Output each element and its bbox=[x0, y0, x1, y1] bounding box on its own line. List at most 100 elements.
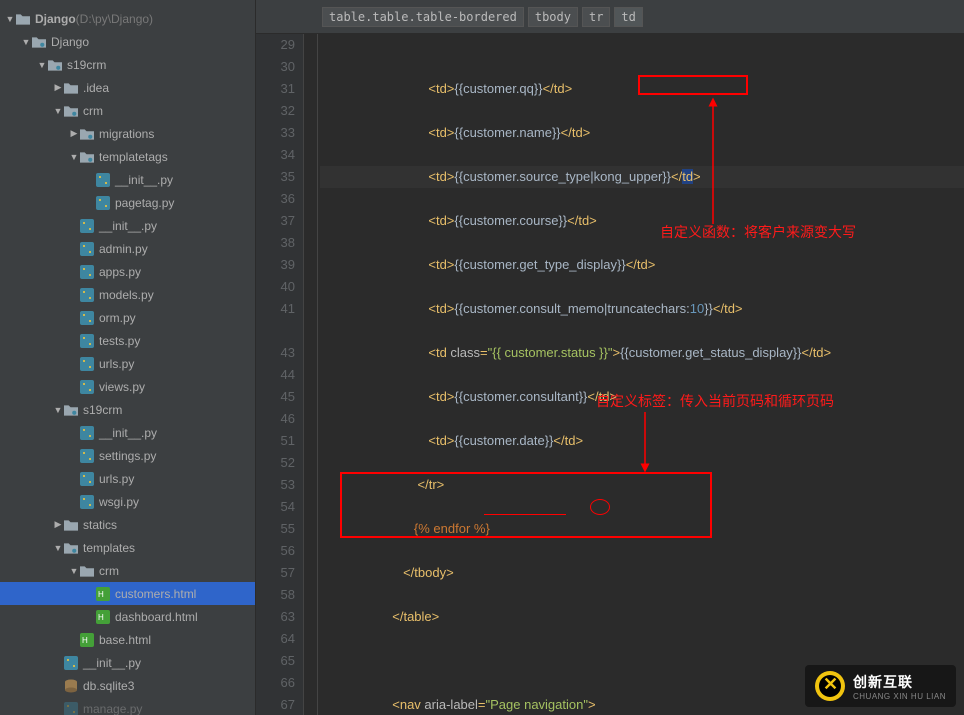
tree-item-orm-py[interactable]: orm.py bbox=[0, 306, 255, 329]
code-line[interactable]: <td>{{customer.consultant}}</td> bbox=[320, 386, 964, 408]
breadcrumb-item[interactable]: tbody bbox=[528, 7, 578, 27]
breadcrumb-item[interactable]: tr bbox=[582, 7, 610, 27]
code-line[interactable]: {% endfor %} bbox=[320, 518, 964, 540]
line-number[interactable]: 43 bbox=[256, 342, 295, 364]
tree-item--init-py[interactable]: __init__.py bbox=[0, 168, 255, 191]
tree-item-views-py[interactable]: views.py bbox=[0, 375, 255, 398]
tree-arrow-icon[interactable]: ▼ bbox=[52, 106, 64, 116]
line-number[interactable]: 56 bbox=[256, 540, 295, 562]
tree-item-apps-py[interactable]: apps.py bbox=[0, 260, 255, 283]
tree-label: db.sqlite3 bbox=[83, 679, 134, 693]
tree-item-wsgi-py[interactable]: wsgi.py bbox=[0, 490, 255, 513]
html-icon: H bbox=[80, 633, 94, 647]
tree-item-models-py[interactable]: models.py bbox=[0, 283, 255, 306]
line-number[interactable]: 38 bbox=[256, 232, 295, 254]
line-number[interactable]: 58 bbox=[256, 584, 295, 606]
line-number[interactable] bbox=[256, 320, 295, 342]
line-number[interactable]: 53 bbox=[256, 474, 295, 496]
tree-item-manage-py[interactable]: manage.py bbox=[0, 697, 255, 715]
line-number[interactable]: 57 bbox=[256, 562, 295, 584]
tree-item-db-sqlite3[interactable]: db.sqlite3 bbox=[0, 674, 255, 697]
tree-item-urls-py[interactable]: urls.py bbox=[0, 352, 255, 375]
line-number[interactable]: 46 bbox=[256, 408, 295, 430]
line-number[interactable]: 63 bbox=[256, 606, 295, 628]
tree-item-templates[interactable]: ▼templates bbox=[0, 536, 255, 559]
code-line[interactable]: <td>{{customer.name}}</td> bbox=[320, 122, 964, 144]
line-number[interactable]: 66 bbox=[256, 672, 295, 694]
line-number[interactable]: 54 bbox=[256, 496, 295, 518]
line-number[interactable]: 31 bbox=[256, 78, 295, 100]
line-number[interactable]: 39 bbox=[256, 254, 295, 276]
tree-item--init-py[interactable]: __init__.py bbox=[0, 651, 255, 674]
line-number[interactable]: 30 bbox=[256, 56, 295, 78]
py-icon bbox=[64, 656, 78, 670]
code-line[interactable]: <td>{{customer.get_type_display}}</td> bbox=[320, 254, 964, 276]
tree-arrow-icon[interactable]: ▶ bbox=[68, 128, 80, 139]
code-line-current[interactable]: <td>{{customer.source_type|kong_upper}}<… bbox=[320, 166, 964, 188]
tree-item-base-html[interactable]: Hbase.html bbox=[0, 628, 255, 651]
tree-arrow-icon[interactable]: ▼ bbox=[68, 152, 80, 162]
project-tree-panel[interactable]: ▼Django (D:\py\Django)▼Django▼s19crm▶.id… bbox=[0, 0, 256, 715]
tree-item-templatetags[interactable]: ▼templatetags bbox=[0, 145, 255, 168]
breadcrumb-item[interactable]: table.table.table-bordered bbox=[322, 7, 524, 27]
line-number[interactable]: 36 bbox=[256, 188, 295, 210]
py-icon bbox=[80, 288, 94, 302]
tree-item--idea[interactable]: ▶.idea bbox=[0, 76, 255, 99]
folder-icon bbox=[80, 564, 94, 578]
line-number[interactable]: 40 bbox=[256, 276, 295, 298]
line-number[interactable]: 51 bbox=[256, 430, 295, 452]
tree-arrow-icon[interactable]: ▼ bbox=[52, 543, 64, 553]
tree-item-statics[interactable]: ▶statics bbox=[0, 513, 255, 536]
tree-item-crm[interactable]: ▼crm bbox=[0, 559, 255, 582]
line-number[interactable]: 41 bbox=[256, 298, 295, 320]
line-number[interactable]: 65 bbox=[256, 650, 295, 672]
tree-item-migrations[interactable]: ▶migrations bbox=[0, 122, 255, 145]
code-line[interactable]: <td>{{customer.qq}}</td> bbox=[320, 78, 964, 100]
tree-arrow-icon[interactable]: ▼ bbox=[20, 37, 32, 47]
line-number[interactable]: 37 bbox=[256, 210, 295, 232]
tree-item-django[interactable]: ▼Django (D:\py\Django) bbox=[0, 7, 255, 30]
tree-item-customers-html[interactable]: Hcustomers.html bbox=[0, 582, 255, 605]
tree-arrow-icon[interactable]: ▶ bbox=[52, 82, 64, 93]
code-line[interactable]: <td class="{{ customer.status }}">{{cust… bbox=[320, 342, 964, 364]
line-number[interactable]: 34 bbox=[256, 144, 295, 166]
tree-item--init-py[interactable]: __init__.py bbox=[0, 214, 255, 237]
line-number[interactable]: 29 bbox=[256, 34, 295, 56]
tree-item-django[interactable]: ▼Django bbox=[0, 30, 255, 53]
code-line[interactable]: </table> bbox=[320, 606, 964, 628]
line-number[interactable]: 32 bbox=[256, 100, 295, 122]
tree-arrow-icon[interactable]: ▼ bbox=[52, 405, 64, 415]
tree-item-settings-py[interactable]: settings.py bbox=[0, 444, 255, 467]
line-number[interactable]: 67 bbox=[256, 694, 295, 715]
code-line[interactable]: </tbody> bbox=[320, 562, 964, 584]
breadcrumb-item[interactable]: td bbox=[614, 7, 642, 27]
line-number[interactable]: 33 bbox=[256, 122, 295, 144]
tree-item-crm[interactable]: ▼crm bbox=[0, 99, 255, 122]
tree-item--init-py[interactable]: __init__.py bbox=[0, 421, 255, 444]
line-number[interactable]: 45 bbox=[256, 386, 295, 408]
line-number[interactable]: 52 bbox=[256, 452, 295, 474]
tree-item-urls-py[interactable]: urls.py bbox=[0, 467, 255, 490]
line-number[interactable]: 64 bbox=[256, 628, 295, 650]
code-editor[interactable]: <td>{{customer.qq}}</td> <td>{{customer.… bbox=[318, 34, 964, 715]
code-line[interactable]: </tr> bbox=[320, 474, 964, 496]
tree-item-tests-py[interactable]: tests.py bbox=[0, 329, 255, 352]
line-number-gutter[interactable]: 29303132333435363738394041 43444546515253… bbox=[256, 34, 304, 715]
tree-arrow-icon[interactable]: ▼ bbox=[4, 14, 16, 24]
tree-arrow-icon[interactable]: ▼ bbox=[36, 60, 48, 70]
tree-item-pagetag-py[interactable]: pagetag.py bbox=[0, 191, 255, 214]
tree-arrow-icon[interactable]: ▶ bbox=[52, 519, 64, 530]
line-number[interactable]: 44 bbox=[256, 364, 295, 386]
code-line[interactable]: <td>{{customer.date}}</td> bbox=[320, 430, 964, 452]
tree-item-s19crm[interactable]: ▼s19crm bbox=[0, 398, 255, 421]
line-number[interactable]: 55 bbox=[256, 518, 295, 540]
tree-item-admin-py[interactable]: admin.py bbox=[0, 237, 255, 260]
tree-item-s19crm[interactable]: ▼s19crm bbox=[0, 53, 255, 76]
tree-item-dashboard-html[interactable]: Hdashboard.html bbox=[0, 605, 255, 628]
tree-arrow-icon[interactable]: ▼ bbox=[68, 566, 80, 576]
tree-label: settings.py bbox=[99, 449, 156, 463]
fold-column[interactable] bbox=[304, 34, 318, 715]
code-line[interactable]: <td>{{customer.course}}</td> bbox=[320, 210, 964, 232]
code-line[interactable]: <td>{{customer.consult_memo|truncatechar… bbox=[320, 298, 964, 320]
line-number[interactable]: 35 bbox=[256, 166, 295, 188]
